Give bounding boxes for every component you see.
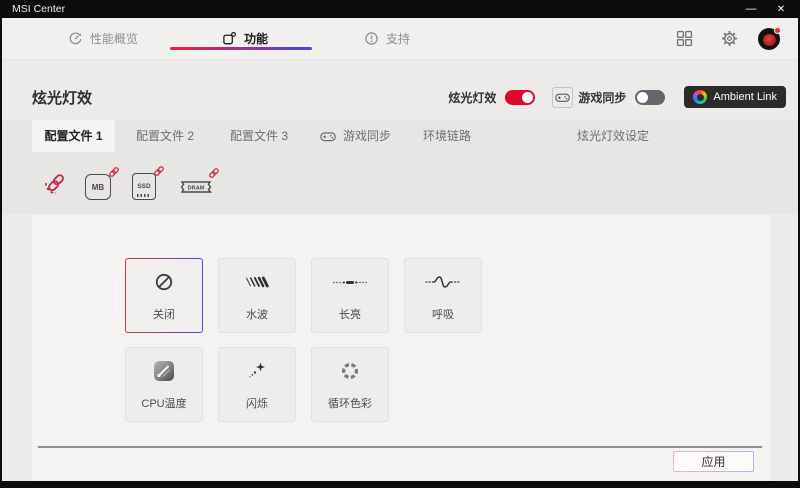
- ssd-icon: SSD: [132, 173, 156, 200]
- gamepad-icon: [555, 92, 570, 103]
- effect-label: 闪烁: [246, 395, 268, 411]
- nav-tab-performance[interactable]: 性能概览: [68, 18, 138, 59]
- effect-label: 呼吸: [432, 306, 454, 322]
- breathing-icon: [425, 269, 461, 295]
- nav-tab-label: 性能概览: [90, 30, 138, 47]
- tab-ambient-link[interactable]: 环境链路: [423, 120, 471, 152]
- apply-button[interactable]: 应用: [673, 451, 754, 472]
- game-sync-toggle[interactable]: [635, 90, 665, 105]
- tab-profile-2[interactable]: 配置文件 2: [136, 120, 194, 152]
- tab-profile-1[interactable]: 配置文件 1: [32, 120, 115, 152]
- titlebar: MSI Center — ✕: [2, 0, 798, 18]
- device-sync-all-button[interactable]: [42, 169, 70, 197]
- wave-icon: [244, 269, 271, 295]
- tab-label: 配置文件 1: [44, 120, 102, 152]
- effects-panel: 关闭 水波: [32, 214, 770, 481]
- device-mb-button[interactable]: MB: [85, 174, 111, 200]
- nav-tab-features[interactable]: 功能: [222, 18, 268, 59]
- link-badge-icon: [108, 166, 120, 178]
- device-label: SSD: [137, 183, 150, 190]
- motherboard-icon: MB: [85, 174, 111, 200]
- tab-label: 配置文件 3: [230, 120, 288, 152]
- grid-apps-icon: [676, 30, 693, 47]
- gamepad-icon: [320, 131, 336, 142]
- device-label: MB: [92, 183, 104, 192]
- grid-apps-button[interactable]: [676, 18, 693, 59]
- ambient-link-button[interactable]: Ambient Link: [684, 86, 786, 108]
- effect-card-breathing[interactable]: 呼吸: [404, 258, 482, 333]
- ambient-link-label: Ambient Link: [713, 91, 777, 103]
- tab-label: 炫光灯效设定: [577, 120, 649, 152]
- mystic-light-toggle-label: 炫光灯效: [448, 89, 496, 106]
- footer-divider: [38, 446, 762, 448]
- link-badge-icon: [153, 165, 165, 177]
- header-controls: 炫光灯效 游戏同步 Ambient Link: [448, 86, 786, 108]
- toggle-knob: [522, 92, 533, 103]
- effect-card-cpu-temp[interactable]: CPU温度: [125, 347, 203, 422]
- effect-card-wave[interactable]: 水波: [218, 258, 296, 333]
- tab-profile-3[interactable]: 配置文件 3: [230, 120, 288, 152]
- tab-label: 游戏同步: [343, 120, 391, 152]
- app-surface: MSI Center — ✕ 性能概览 功能: [2, 0, 798, 481]
- nav-tab-support[interactable]: 支持: [364, 18, 410, 59]
- active-tab-underline: [170, 47, 312, 50]
- color-cycle-icon: [340, 358, 360, 384]
- off-icon: [154, 269, 174, 295]
- link-icon: [42, 169, 70, 197]
- effect-card-color-cycle[interactable]: 循环色彩: [311, 347, 389, 422]
- window-title: MSI Center: [12, 0, 65, 18]
- device-dram-button[interactable]: DRAM: [176, 178, 216, 196]
- support-icon: [364, 31, 379, 46]
- steady-icon: [332, 269, 368, 295]
- cpu-temp-icon: [154, 358, 174, 384]
- rgb-ring-icon: [693, 90, 707, 104]
- apps-icon: [222, 31, 237, 46]
- device-ssd-button[interactable]: SSD: [132, 173, 156, 200]
- mystic-light-toggle[interactable]: [505, 90, 535, 105]
- game-sync-toggle-label: 游戏同步: [578, 89, 626, 106]
- main-navbar: 性能概览 功能 支持: [2, 18, 798, 60]
- profile-tabs: 配置文件 1 配置文件 2 配置文件 3 游戏同步 环境链路 炫光灯效设定: [32, 120, 768, 152]
- effect-label: 长亮: [339, 306, 361, 322]
- effect-card-steady[interactable]: 长亮: [311, 258, 389, 333]
- msi-center-window: MSI Center — ✕ 性能概览 功能: [0, 0, 800, 488]
- tab-label: 配置文件 2: [136, 120, 194, 152]
- gear-icon: [720, 29, 739, 48]
- tab-label: 环境链路: [423, 120, 471, 152]
- toggle-knob: [637, 92, 648, 103]
- svg-text:DRAM: DRAM: [188, 185, 205, 191]
- effect-label: CPU温度: [141, 395, 186, 411]
- notification-dot-icon: [774, 27, 781, 34]
- dram-icon: DRAM: [176, 178, 216, 196]
- page-title: 炫光灯效: [32, 87, 92, 108]
- close-button[interactable]: ✕: [768, 0, 794, 18]
- nav-tab-label: 支持: [386, 30, 410, 47]
- avatar: [758, 28, 780, 50]
- tab-mystic-light-settings[interactable]: 炫光灯效设定: [577, 120, 649, 152]
- device-row: MB SSD: [2, 152, 798, 214]
- settings-button[interactable]: [720, 18, 739, 59]
- user-avatar[interactable]: [758, 18, 780, 59]
- game-sync-gamepad-badge: [552, 87, 573, 108]
- effect-label: 循环色彩: [328, 395, 372, 411]
- effect-card-flash[interactable]: 闪烁: [218, 347, 296, 422]
- effect-label: 关闭: [153, 306, 175, 322]
- page-header: 炫光灯效 炫光灯效 游戏同步 Ambient Link: [2, 60, 798, 120]
- flash-icon: [247, 358, 267, 384]
- link-badge-icon: [208, 167, 220, 179]
- tab-game-sync[interactable]: 游戏同步: [320, 120, 391, 152]
- gauge-icon: [68, 31, 83, 46]
- nav-tab-label: 功能: [244, 30, 268, 47]
- minimize-button[interactable]: —: [738, 0, 764, 18]
- effect-card-off[interactable]: 关闭: [125, 258, 203, 333]
- effect-label: 水波: [246, 306, 268, 322]
